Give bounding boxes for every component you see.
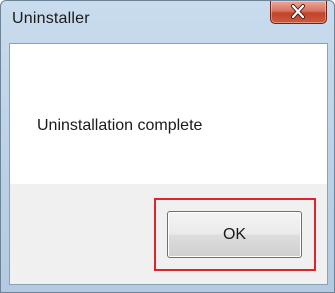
title-bar[interactable]: Uninstaller — [1, 1, 334, 43]
window-title: Uninstaller — [12, 10, 90, 27]
ok-button[interactable]: OK — [167, 211, 302, 258]
close-icon — [291, 4, 305, 19]
dialog-message: Uninstallation complete — [37, 117, 203, 134]
dialog-body: Uninstallation complete OK — [9, 43, 328, 285]
dialog-window: Uninstaller Uninstallation complete OK — [0, 0, 335, 293]
close-button[interactable] — [270, 1, 327, 24]
message-area: Uninstallation complete — [10, 44, 327, 184]
